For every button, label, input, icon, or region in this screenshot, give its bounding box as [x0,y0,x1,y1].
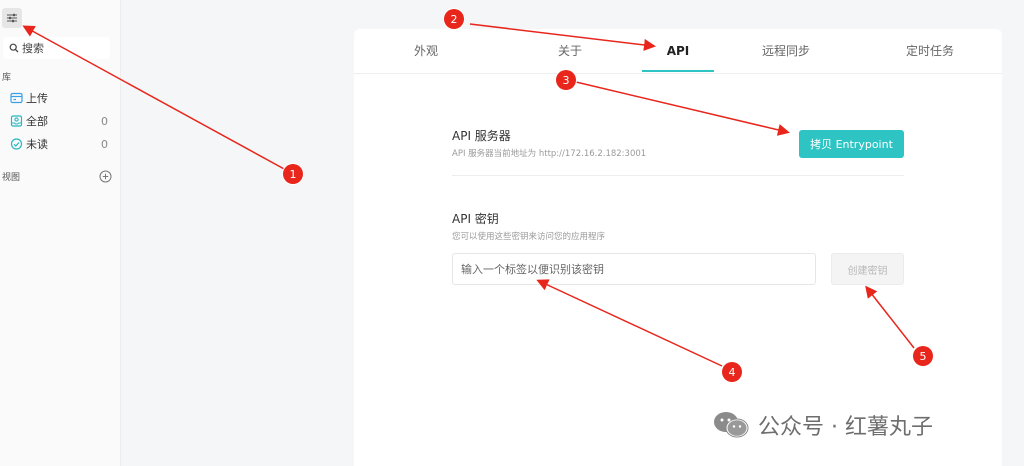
check-circle-icon [10,138,23,151]
create-key-button[interactable]: 创建密钥 [831,253,904,285]
tab-about[interactable]: 关于 [498,29,642,72]
sidebar-item-label: 上传 [26,92,48,105]
settings-panel: 外观 关于 API 远程同步 定时任务 API 服务器 API 服务器当前地址为… [354,29,1002,466]
app-window: 搜索 库 上传 全部 0 未读 0 视图 外观 关于 API 远程同步 定时任务… [0,0,1024,466]
copy-entrypoint-button[interactable]: 拷贝 Entrypoint [799,130,904,158]
active-tab-indicator [642,70,714,72]
tab-bar: 外观 关于 API 远程同步 定时任务 [354,29,1002,74]
annotation-marker-1: 1 [283,164,303,184]
sidebar-item-label: 未读 [26,138,48,151]
annotation-marker-4: 4 [722,362,742,382]
search-icon [9,43,19,53]
watermark: 公众号 · 红薯丸子 [712,410,933,440]
annotation-marker-5: 5 [913,346,933,366]
views-heading: 视图 [2,172,21,183]
search-placeholder: 搜索 [22,42,44,55]
sidebar: 搜索 库 上传 全部 0 未读 0 视图 [0,0,121,466]
key-label-input[interactable] [452,253,816,285]
sidebar-item-count: 0 [101,137,108,151]
tab-scheduled-tasks[interactable]: 定时任务 [858,29,1002,72]
upload-icon [10,92,23,105]
sidebar-item-all[interactable]: 全部 0 [10,112,110,130]
api-server-address: API 服务器当前地址为 http://172.16.2.182:3001 [452,149,647,159]
inbox-icon [10,115,23,128]
annotation-marker-2: 2 [444,9,464,29]
api-key-title: API 密钥 [452,212,499,226]
wechat-icon [714,412,749,438]
api-key-description: 您可以使用这些密钥来访问您的应用程序 [452,232,606,242]
search-box[interactable]: 搜索 [3,37,110,59]
watermark-text: 公众号 · 红薯丸子 [758,415,933,440]
sidebar-item-unread[interactable]: 未读 0 [10,135,110,153]
library-heading: 库 [2,73,12,83]
sidebar-item-label: 全部 [26,115,48,128]
annotation-marker-3: 3 [556,70,576,90]
section-divider [452,175,904,176]
tab-api[interactable]: API [642,29,714,72]
sidebar-item-count: 0 [101,114,108,128]
views-section: 视图 [2,168,112,184]
settings-button[interactable] [2,8,22,28]
tab-remote-sync[interactable]: 远程同步 [714,29,858,72]
plus-circle-icon [99,170,112,182]
sliders-icon [7,13,17,23]
tab-appearance[interactable]: 外观 [354,29,498,72]
sidebar-item-upload[interactable]: 上传 [10,89,110,107]
add-view-button[interactable] [99,170,112,183]
api-server-title: API 服务器 [452,129,511,143]
